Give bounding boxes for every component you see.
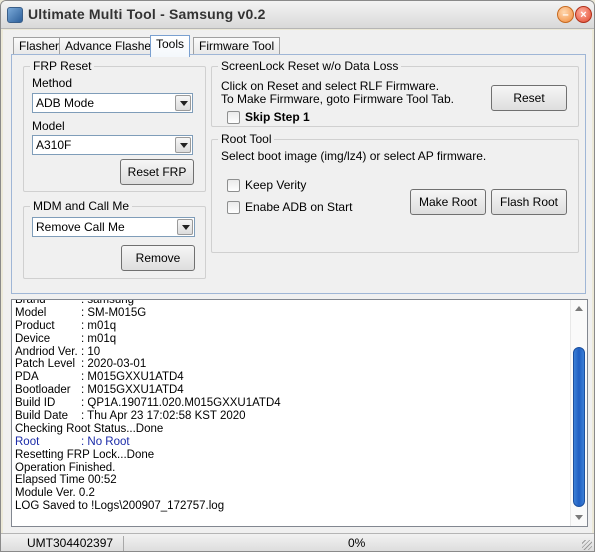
log-line: Bootloader : M015GXXU1ATD4 xyxy=(15,384,565,397)
chevron-down-icon[interactable] xyxy=(177,219,193,235)
log-value: : SM-M015G xyxy=(81,306,147,319)
log-line: Model : SM-M015G xyxy=(15,307,565,320)
scroll-up-icon[interactable] xyxy=(571,300,587,317)
status-device-id: UMT304402397 xyxy=(27,536,114,550)
log-key: Device xyxy=(15,332,51,345)
model-select-value: A310F xyxy=(36,138,72,152)
reset-frp-button[interactable]: Reset FRP xyxy=(120,159,194,185)
log-value: : M015GXXU1ATD4 xyxy=(81,371,184,384)
log-line: Module Ver. 0.2 xyxy=(15,487,565,500)
remove-button[interactable]: Remove xyxy=(121,245,195,271)
log-line: Product : m01q xyxy=(15,320,565,333)
mdm-call-me-legend: MDM and Call Me xyxy=(33,199,130,213)
model-label: Model xyxy=(32,119,65,133)
log-key: Product xyxy=(15,319,55,332)
skip-step-label[interactable]: Skip Step 1 xyxy=(245,110,310,124)
log-value: : No Root xyxy=(81,435,130,448)
screenlock-reset-legend: ScreenLock Reset w/o Data Loss xyxy=(221,59,399,73)
keep-verity-checkbox[interactable] xyxy=(227,179,240,192)
log-key: PDA xyxy=(15,371,39,384)
log-value: : 2020-03-01 xyxy=(81,358,147,371)
log-line: Operation Finished. xyxy=(15,462,565,475)
tab-tools[interactable]: Tools xyxy=(150,35,191,57)
status-progress-text: 0% xyxy=(348,536,366,550)
status-bar: UMT304402397 0% xyxy=(1,533,594,551)
mdm-option-select[interactable]: Remove Call Me xyxy=(32,217,195,237)
log-line: PDA : M015GXXU1ATD4 xyxy=(15,371,565,384)
log-key: Operation Finished. xyxy=(15,461,116,474)
client-area: Flasher Advance Flasher Tools Firmware T… xyxy=(3,30,592,533)
log-line: Andriod Ver.: 10 xyxy=(15,346,565,359)
log-value: : M015GXXU1ATD4 xyxy=(81,384,184,397)
log-line: Resetting FRP Lock...Done xyxy=(15,449,565,462)
window-title: Ultimate Multi Tool - Samsung v0.2 xyxy=(28,6,266,22)
resize-grip-icon[interactable] xyxy=(582,540,592,550)
log-line: Checking Root Status...Done xyxy=(15,423,565,436)
screenlock-instruction-1: Click on Reset and select RLF Firmware. xyxy=(221,79,440,93)
screenlock-instruction-2: To Make Firmware, goto Firmware Tool Tab… xyxy=(221,92,454,106)
log-line: Root : No Root xyxy=(15,436,565,449)
log-value: : m01q xyxy=(81,332,117,345)
flash-root-button[interactable]: Flash Root xyxy=(491,189,567,215)
log-value: : 10 xyxy=(81,345,101,358)
log-key: Model xyxy=(15,306,47,319)
log-scrollbar[interactable] xyxy=(570,300,587,526)
log-key: Andriod Ver. xyxy=(15,345,78,358)
mdm-option-value: Remove Call Me xyxy=(36,220,125,234)
root-tool-description: Select boot image (img/lz4) or select AP… xyxy=(221,149,487,163)
log-key: Build Date xyxy=(15,410,69,423)
root-tool-legend: Root Tool xyxy=(221,132,272,146)
log-output[interactable]: Brand : samsung Model : SM-M015G Product : m0… xyxy=(11,299,588,527)
method-label: Method xyxy=(32,76,73,90)
log-key: Build ID xyxy=(15,397,56,410)
model-select[interactable]: A310F xyxy=(32,135,193,155)
log-line: Elapsed Time 00:52 xyxy=(15,474,565,487)
log-value: : samsung xyxy=(81,299,135,306)
log-key: Bootloader xyxy=(15,384,71,397)
title-bar[interactable]: Ultimate Multi Tool - Samsung v0.2 – × xyxy=(1,1,594,29)
log-value: : m01q xyxy=(81,319,117,332)
screenlock-reset-button[interactable]: Reset xyxy=(491,85,567,111)
log-key: Elapsed Time 00:52 xyxy=(15,474,117,487)
skip-step-checkbox[interactable] xyxy=(227,111,240,124)
method-select[interactable]: ADB Mode xyxy=(32,93,193,113)
status-separator xyxy=(123,536,124,551)
chevron-down-icon[interactable] xyxy=(175,137,191,153)
log-line: Brand : samsung xyxy=(15,299,565,307)
log-line: Build ID : QP1A.190711.020.M015GXXU1ATD4 xyxy=(15,397,565,410)
tools-tab-panel: FRP Reset Method ADB Mode Model A310F Re… xyxy=(11,54,586,294)
method-select-value: ADB Mode xyxy=(36,96,95,110)
log-line: LOG Saved to !Logs\200907_172757.log xyxy=(15,500,565,513)
chevron-down-icon[interactable] xyxy=(175,95,191,111)
enable-adb-label[interactable]: Enabe ADB on Start xyxy=(245,200,352,214)
log-key: Checking Root Status...Done xyxy=(15,422,164,435)
scroll-down-icon[interactable] xyxy=(571,509,587,526)
log-value: : QP1A.190711.020.M015GXXU1ATD4 xyxy=(81,397,281,410)
log-key: Patch Level xyxy=(15,358,76,371)
log-key: Root xyxy=(15,435,40,448)
enable-adb-checkbox[interactable] xyxy=(227,201,240,214)
log-line: Device : m01q xyxy=(15,333,565,346)
log-lines: Brand : samsung Model : SM-M015G Product : m0… xyxy=(15,299,565,513)
close-button[interactable]: × xyxy=(575,6,592,23)
scroll-thumb[interactable] xyxy=(573,347,585,507)
log-line: Patch Level : 2020-03-01 xyxy=(15,358,565,371)
make-root-button[interactable]: Make Root xyxy=(410,189,486,215)
app-window: Ultimate Multi Tool - Samsung v0.2 – × F… xyxy=(0,0,595,552)
log-value: : Thu Apr 23 17:02:58 KST 2020 xyxy=(81,410,246,423)
log-line: Build Date : Thu Apr 23 17:02:58 KST 2020 xyxy=(15,410,565,423)
frp-reset-legend: FRP Reset xyxy=(33,59,92,73)
keep-verity-label[interactable]: Keep Verity xyxy=(245,178,306,192)
log-key: Module Ver. 0.2 xyxy=(15,487,95,500)
app-icon xyxy=(7,7,23,23)
log-key: LOG Saved to !Logs\200907_172757.log xyxy=(15,500,225,513)
log-key: Resetting FRP Lock...Done xyxy=(15,448,155,461)
log-key: Brand xyxy=(15,299,46,306)
minimize-button[interactable]: – xyxy=(557,6,574,23)
